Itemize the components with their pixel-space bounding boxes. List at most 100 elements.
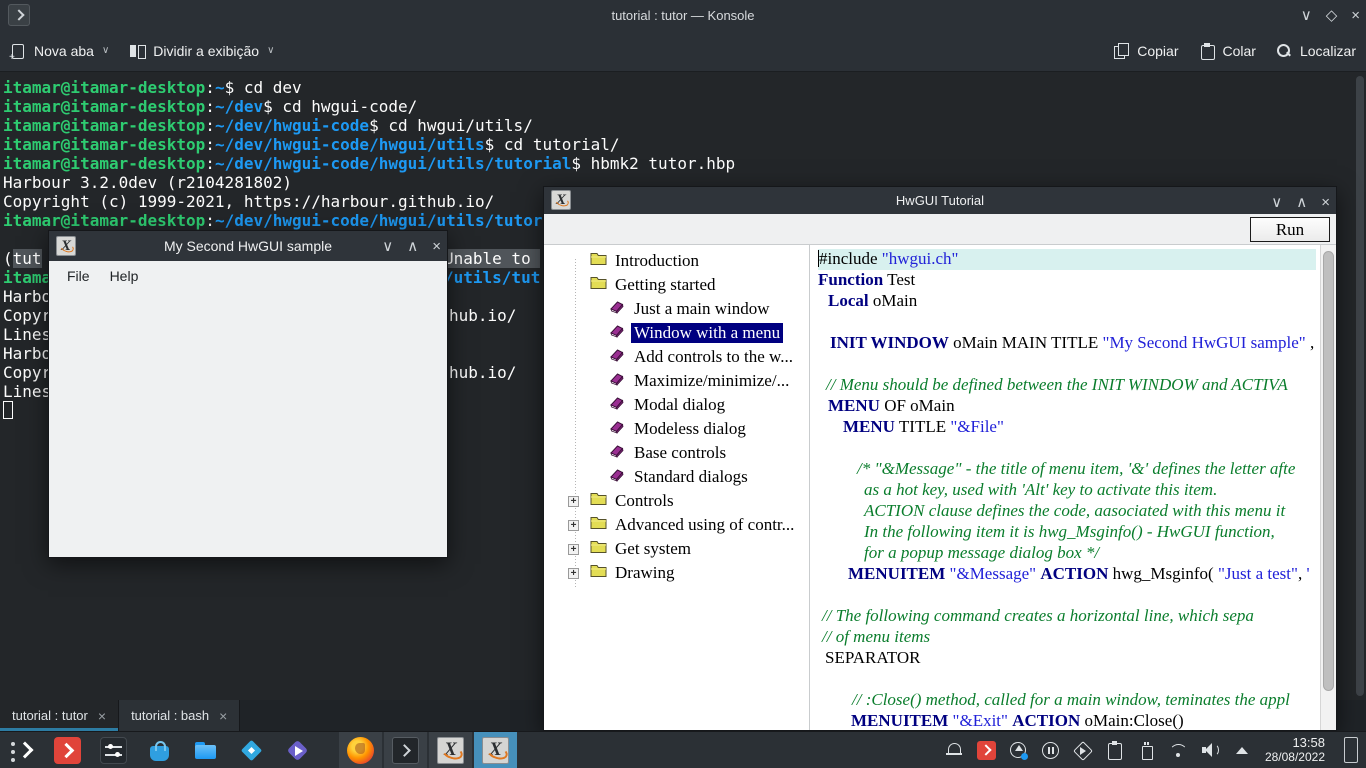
tray-usb-icon[interactable] bbox=[1137, 741, 1156, 760]
terminal-line: itamar@itamar-desktop:~/dev/hwgui-code/h… bbox=[3, 154, 1366, 173]
code-scrollbar[interactable] bbox=[1320, 245, 1336, 730]
tree-item-label: Controls bbox=[612, 491, 677, 511]
clock[interactable]: 13:58 28/08/2022 bbox=[1265, 736, 1325, 764]
tree-item-label: Base controls bbox=[631, 443, 729, 463]
paste-button[interactable]: Colar bbox=[1189, 30, 1266, 71]
sample-titlebar[interactable]: X My Second HwGUI sample ∨ ∧ × bbox=[49, 231, 447, 261]
tab-close-icon[interactable]: × bbox=[219, 708, 227, 724]
tree-item-drawing[interactable]: +Drawing bbox=[544, 561, 809, 585]
tutorial-tree: IntroductionGetting startedJust a main w… bbox=[544, 245, 810, 730]
book-icon bbox=[609, 299, 626, 319]
tray-pause-icon[interactable] bbox=[1041, 741, 1060, 760]
terminal-tab[interactable]: tutorial : tutor× bbox=[0, 700, 119, 731]
tree-item-label: Window with a menu bbox=[631, 323, 783, 343]
tutorial-titlebar[interactable]: X HwGUI Tutorial ∨ ∧ × bbox=[544, 187, 1336, 214]
minimize-icon[interactable]: ∨ bbox=[1271, 193, 1282, 211]
expander-plus-icon[interactable]: + bbox=[568, 568, 579, 579]
split-view-label: Dividir a exibição bbox=[153, 43, 259, 59]
search-icon bbox=[1276, 43, 1292, 59]
tree-item-modeless-dialog[interactable]: Modeless dialog bbox=[544, 417, 809, 441]
taskbar-discover-icon[interactable] bbox=[146, 737, 173, 764]
run-button[interactable]: Run bbox=[1250, 217, 1330, 242]
tree-item-advanced-using-of-contr[interactable]: + Advanced using of contr... bbox=[544, 513, 809, 537]
tray-caret-up-icon[interactable] bbox=[1233, 741, 1252, 760]
tab-close-icon[interactable]: × bbox=[98, 708, 106, 724]
close-icon[interactable]: × bbox=[1351, 7, 1360, 24]
tree-item-window-with-a-menu[interactable]: Window with a menu bbox=[544, 321, 809, 345]
code-line: MENUITEM "&Message" ACTION hwg_Msginfo( … bbox=[818, 564, 1316, 585]
book-icon bbox=[609, 371, 626, 391]
maximize-icon[interactable]: ◇ bbox=[1326, 6, 1338, 24]
firefox-icon bbox=[347, 737, 374, 764]
terminal-tab[interactable]: tutorial : bash× bbox=[119, 700, 240, 731]
tree-item-introduction[interactable]: Introduction bbox=[544, 249, 809, 273]
tree-item-label: Advanced using of contr... bbox=[612, 515, 797, 535]
code-line bbox=[818, 669, 1316, 690]
konsole-icon bbox=[392, 737, 419, 764]
expander-plus-icon[interactable]: + bbox=[568, 496, 579, 507]
expander-plus-icon[interactable]: + bbox=[568, 544, 579, 555]
paste-icon bbox=[1199, 43, 1215, 59]
tray-wifi-icon[interactable] bbox=[1169, 741, 1188, 760]
tray-update-icon[interactable] bbox=[1009, 741, 1028, 760]
konsole-titlebar[interactable]: tutorial : tutor — Konsole ∨ ◇ × bbox=[0, 0, 1366, 30]
minimize-icon[interactable]: ∨ bbox=[1301, 6, 1312, 24]
menu-help[interactable]: Help bbox=[102, 266, 147, 286]
new-tab-button[interactable]: Nova aba ∨ bbox=[0, 30, 119, 71]
book-icon bbox=[609, 419, 626, 439]
maximize-icon[interactable]: ∧ bbox=[1296, 193, 1307, 211]
tree-item-standard-dialogs[interactable]: Standard dialogs bbox=[544, 465, 809, 489]
folder-icon bbox=[590, 515, 607, 535]
konsole-toolbar: Nova aba ∨ Dividir a exibição ∨ Copiar C… bbox=[0, 30, 1366, 72]
terminal-cursor bbox=[3, 401, 13, 419]
code-viewer[interactable]: #include "hwgui.ch"Function TestLocal oM… bbox=[810, 245, 1336, 730]
task-konsole[interactable] bbox=[384, 732, 427, 768]
tree-item-modal-dialog[interactable]: Modal dialog bbox=[544, 393, 809, 417]
tree-item-get-system[interactable]: +Get system bbox=[544, 537, 809, 561]
tray-clipboard-icon[interactable] bbox=[1105, 741, 1124, 760]
find-button[interactable]: Localizar bbox=[1266, 30, 1366, 71]
expander-plus-icon[interactable]: + bbox=[568, 520, 579, 531]
tray-volume-icon[interactable] bbox=[1201, 741, 1220, 760]
taskbar-folder-icon[interactable] bbox=[192, 737, 219, 764]
task-hwgui-active[interactable] bbox=[474, 732, 517, 768]
show-desktop-button[interactable] bbox=[1344, 737, 1358, 763]
clock-time: 13:58 bbox=[1265, 736, 1325, 750]
tree-item-label: Standard dialogs bbox=[631, 467, 751, 487]
close-icon[interactable]: × bbox=[1321, 194, 1330, 211]
tree-item-label: Add controls to the w... bbox=[631, 347, 796, 367]
split-view-button[interactable]: Dividir a exibição ∨ bbox=[119, 30, 284, 71]
taskbar-launcher-icon[interactable] bbox=[8, 737, 35, 764]
code-line bbox=[818, 438, 1316, 459]
code-line: // The following command creates a horiz… bbox=[818, 606, 1316, 627]
menu-file[interactable]: File bbox=[59, 266, 98, 286]
terminal-line: itamar@itamar-desktop:~/dev$ cd hwgui-co… bbox=[3, 97, 1366, 116]
tree-item-just-a-main-window[interactable]: Just a main window bbox=[544, 297, 809, 321]
tray-anydesk-tray-icon[interactable] bbox=[977, 741, 996, 760]
taskbar-haruna-icon[interactable] bbox=[284, 737, 311, 764]
hwgui-icon bbox=[482, 737, 509, 764]
task-hwgui[interactable] bbox=[429, 732, 472, 768]
folder-icon bbox=[590, 539, 607, 559]
task-firefox[interactable] bbox=[339, 732, 382, 768]
taskbar-anydesk-icon[interactable] bbox=[54, 737, 81, 764]
close-icon[interactable]: × bbox=[432, 238, 441, 255]
tree-item-maximize-minimize[interactable]: Maximize/minimize/... bbox=[544, 369, 809, 393]
tree-item-controls[interactable]: + Controls bbox=[544, 489, 809, 513]
minimize-icon[interactable]: ∨ bbox=[382, 237, 393, 255]
sample-menubar: FileHelp bbox=[49, 261, 447, 291]
tree-item-add-controls-to-the-w[interactable]: Add controls to the w... bbox=[544, 345, 809, 369]
paste-label: Colar bbox=[1223, 43, 1256, 59]
code-line bbox=[818, 354, 1316, 375]
copy-button[interactable]: Copiar bbox=[1103, 30, 1188, 71]
tray-bell-icon[interactable] bbox=[945, 741, 964, 760]
terminal-scrollbar[interactable] bbox=[1356, 76, 1364, 696]
taskbar-settings-icon[interactable] bbox=[100, 737, 127, 764]
taskbar-kodi-icon[interactable] bbox=[238, 737, 265, 764]
konsole-title: tutorial : tutor — Konsole bbox=[0, 8, 1366, 23]
book-icon bbox=[609, 467, 626, 487]
tree-item-base-controls[interactable]: Base controls bbox=[544, 441, 809, 465]
tray-media-icon[interactable] bbox=[1073, 741, 1092, 760]
tree-item-getting-started[interactable]: Getting started bbox=[544, 273, 809, 297]
maximize-icon[interactable]: ∧ bbox=[407, 237, 418, 255]
